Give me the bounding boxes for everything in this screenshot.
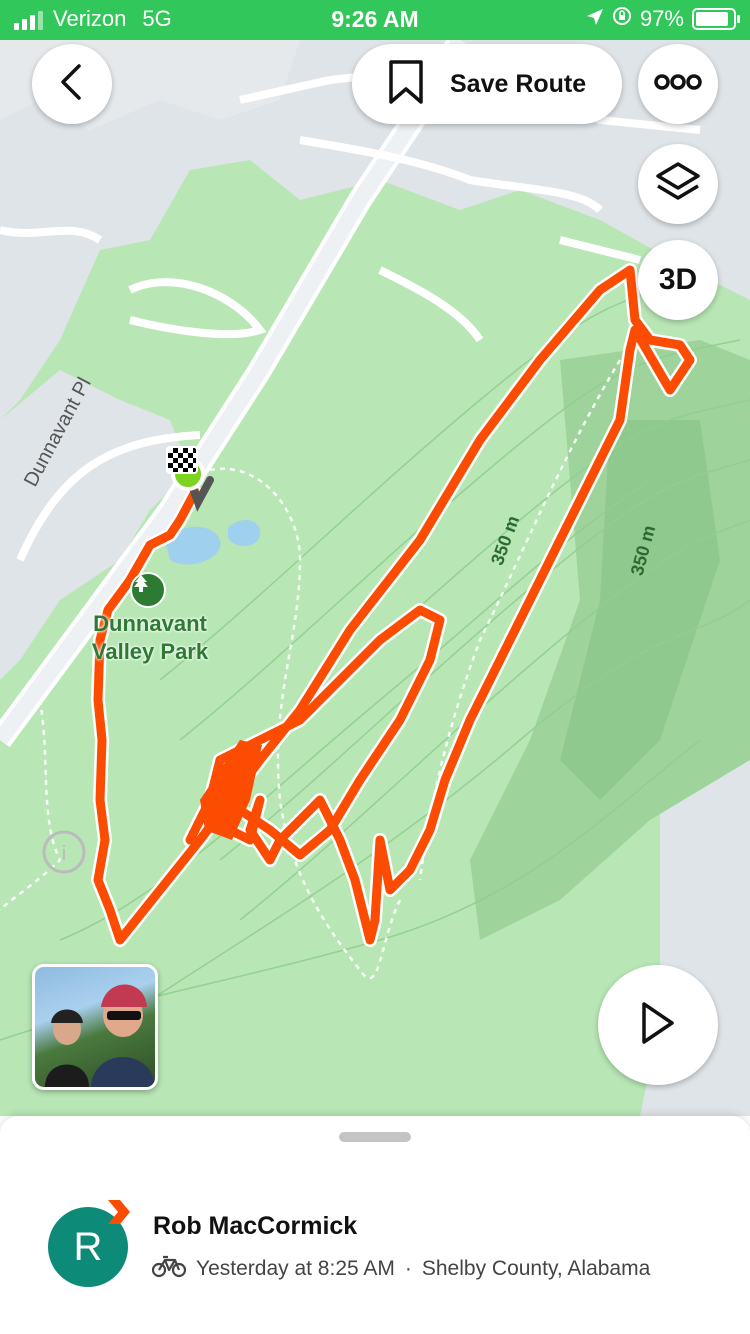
- save-route-button[interactable]: Save Route: [352, 44, 622, 124]
- save-route-label: Save Route: [450, 69, 587, 98]
- athlete-name[interactable]: Rob MacCormick: [153, 1212, 357, 1241]
- subscriber-badge-icon: [104, 1200, 130, 1224]
- bike-icon: [151, 1254, 187, 1284]
- more-options-button[interactable]: [638, 44, 718, 124]
- play-icon: [638, 1000, 678, 1051]
- rotation-lock-icon: [612, 6, 632, 32]
- play-flyover-button[interactable]: [598, 965, 718, 1085]
- meta-separator: ·: [404, 1257, 412, 1280]
- activity-meta: Yesterday at 8:25 AM · Shelby County, Al…: [151, 1254, 651, 1284]
- svg-text:i: i: [62, 843, 66, 865]
- finish-flag-icon: [166, 446, 198, 474]
- bookmark-icon: [388, 59, 424, 110]
- chevron-left-icon: [57, 63, 87, 105]
- sheet-drag-handle[interactable]: [339, 1132, 411, 1142]
- route-map[interactable]: i Dunnavant Pl Dunnavant Valley Park 350…: [0, 40, 750, 1116]
- activity-photo-thumbnail[interactable]: [32, 964, 158, 1090]
- back-button[interactable]: [32, 44, 112, 124]
- activity-sheet[interactable]: R Rob MacCormick Yesterday at 8:25 AM · …: [0, 1116, 750, 1334]
- activity-location: Shelby County, Alabama: [421, 1257, 651, 1280]
- location-arrow-icon: [586, 6, 604, 32]
- layers-icon: [655, 161, 701, 208]
- map-layers-button[interactable]: [638, 144, 718, 224]
- battery-percent: 97%: [639, 6, 684, 31]
- park-marker-icon: [130, 572, 166, 608]
- park-label: Dunnavant Valley Park: [91, 611, 209, 664]
- more-dots-icon: [654, 73, 702, 95]
- activity-time: Yesterday at 8:25 AM: [196, 1257, 395, 1280]
- 3d-view-button[interactable]: 3D: [638, 240, 718, 320]
- battery-icon: [692, 8, 740, 30]
- riders-photo: [45, 984, 155, 1087]
- map-canvas: i: [0, 40, 750, 1116]
- status-bar: Verizon 5G 9:26 AM 97%: [0, 0, 750, 40]
